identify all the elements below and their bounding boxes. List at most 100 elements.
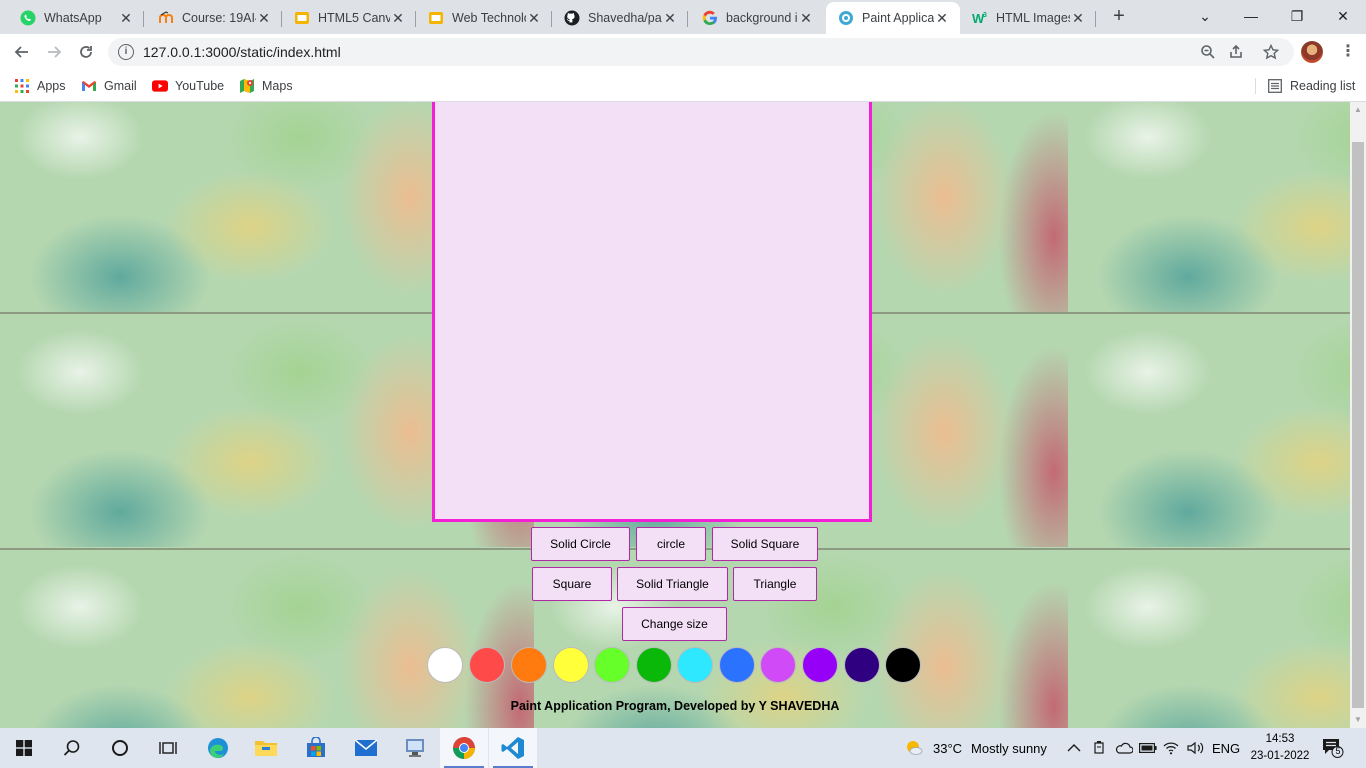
svg-text:3: 3 [983, 12, 987, 19]
cortana-icon[interactable] [96, 728, 144, 768]
remote-desktop-icon[interactable] [391, 728, 439, 768]
clock-date: 23-01-2022 [1250, 750, 1310, 762]
tab-close-icon[interactable]: ✕ [390, 10, 406, 26]
show-hidden-icons[interactable] [1067, 728, 1081, 768]
scroll-up-arrow-icon[interactable]: ▲ [1350, 102, 1366, 118]
zoom-icon[interactable] [1200, 44, 1216, 60]
tab-html-images[interactable]: W3 HTML Images ✕ [960, 4, 1096, 32]
color-swatch-yellow[interactable] [553, 647, 589, 683]
scroll-down-arrow-icon[interactable]: ▼ [1350, 712, 1366, 728]
chrome-icon[interactable] [440, 728, 488, 768]
solid-square-button[interactable]: Solid Square [712, 527, 818, 561]
tab-separator [1095, 11, 1096, 27]
tab-close-icon[interactable]: ✕ [798, 10, 814, 26]
notification-center[interactable]: 5 [1322, 738, 1344, 758]
tab-title: HTML5 Canva [318, 11, 390, 25]
tab-title: HTML Images [996, 11, 1070, 25]
new-tab-button[interactable]: + [1108, 6, 1130, 28]
solid-triangle-button[interactable]: Solid Triangle [617, 567, 728, 601]
weather-temp: 33°C [933, 740, 963, 756]
color-swatch-light-green[interactable] [594, 647, 630, 683]
weather-condition: Mostly sunny [971, 740, 1047, 756]
bookmark-apps[interactable]: Apps [14, 76, 66, 96]
tab-close-icon[interactable]: ✕ [526, 10, 542, 26]
back-button[interactable] [8, 38, 36, 66]
color-swatch-red[interactable] [469, 647, 505, 683]
profile-avatar[interactable] [1301, 41, 1323, 63]
circle-button[interactable]: circle [636, 527, 706, 561]
square-button[interactable]: Square [532, 567, 612, 601]
search-icon[interactable] [48, 728, 96, 768]
onedrive-icon[interactable] [1115, 728, 1133, 768]
color-swatch-blue[interactable] [719, 647, 755, 683]
tab-github[interactable]: Shavedha/pa ✕ [552, 4, 688, 32]
language-label: ENG [1212, 740, 1241, 756]
file-explorer-icon[interactable] [242, 728, 290, 768]
reload-button[interactable] [72, 38, 100, 66]
color-swatch-orange[interactable] [511, 647, 547, 683]
store-icon[interactable] [292, 728, 340, 768]
bookmark-gmail[interactable]: Gmail [81, 76, 137, 96]
tab-strip: WhatsApp ✕ Course: 19AI4 ✕ HTML5 Canva ✕… [0, 0, 1366, 34]
scroll-thumb[interactable] [1352, 142, 1364, 708]
language-indicator[interactable]: ENG [1212, 728, 1240, 768]
share-icon[interactable] [1228, 44, 1244, 60]
color-swatch-black[interactable] [885, 647, 921, 683]
back-arrow-icon [14, 46, 28, 58]
sun-icon [907, 741, 923, 755]
solid-circle-button[interactable]: Solid Circle [531, 527, 630, 561]
tab-close-icon[interactable]: ✕ [1070, 10, 1086, 26]
tab-close-icon[interactable]: ✕ [934, 10, 950, 26]
reload-icon [80, 46, 92, 58]
page-scrollbar[interactable]: ▲ ▼ [1350, 102, 1366, 728]
reading-list-button[interactable]: Reading list [1267, 76, 1355, 96]
address-bar[interactable]: i 127.0.0.1:3000/static/index.html [108, 38, 1294, 66]
tab-web-technology[interactable]: Web Technolo ✕ [416, 4, 552, 32]
tab-close-icon[interactable]: ✕ [662, 10, 678, 26]
mail-icon[interactable] [342, 728, 390, 768]
change-size-button[interactable]: Change size [622, 607, 727, 641]
paint-canvas[interactable] [432, 102, 872, 522]
close-window-button[interactable]: ✕ [1320, 0, 1366, 32]
tab-close-icon[interactable]: ✕ [118, 10, 134, 26]
color-swatch-purple[interactable] [802, 647, 838, 683]
tab-whatsapp[interactable]: WhatsApp ✕ [8, 4, 144, 32]
bookmark-youtube[interactable]: YouTube [152, 76, 224, 96]
wifi-icon[interactable] [1163, 728, 1179, 768]
battery-icon[interactable] [1139, 728, 1157, 768]
task-view-icon[interactable] [144, 728, 192, 768]
weather-widget[interactable]: 33°C Mostly sunny [904, 728, 1047, 768]
color-swatch-green[interactable] [636, 647, 672, 683]
triangle-button[interactable]: Triangle [733, 567, 817, 601]
color-swatch-white[interactable] [427, 647, 463, 683]
paint-app-icon [838, 10, 854, 26]
google-icon [702, 10, 718, 26]
maps-icon [239, 78, 255, 94]
bookmark-label: Apps [37, 79, 66, 93]
minimize-button[interactable]: — [1228, 0, 1274, 32]
edge-icon[interactable] [194, 728, 242, 768]
tab-google-search[interactable]: background i ✕ [690, 4, 824, 32]
apps-grid-icon [14, 78, 30, 94]
tab-close-icon[interactable]: ✕ [256, 10, 272, 26]
tab-paint-application[interactable]: Paint Applicat ✕ [826, 2, 960, 34]
tab-title: Course: 19AI4 [182, 11, 256, 25]
forward-button[interactable] [40, 38, 68, 66]
color-swatch-cyan[interactable] [677, 647, 713, 683]
color-swatch-pink[interactable] [760, 647, 796, 683]
bookmark-maps[interactable]: Maps [239, 76, 293, 96]
windows-start-icon[interactable] [0, 728, 48, 768]
tab-html5-canvas[interactable]: HTML5 Canva ✕ [282, 4, 416, 32]
system-clock[interactable]: 14:53 23-01-2022 [1250, 731, 1310, 765]
vscode-icon[interactable] [489, 728, 537, 768]
color-swatch-indigo[interactable] [844, 647, 880, 683]
site-info-icon[interactable]: i [118, 44, 134, 60]
forward-arrow-icon [48, 46, 62, 58]
volume-icon[interactable] [1187, 728, 1205, 768]
more-menu-icon[interactable]: ⋮ [1340, 40, 1356, 64]
usb-icon[interactable] [1091, 728, 1107, 768]
bookmark-star-icon[interactable] [1262, 43, 1280, 60]
restore-button[interactable]: ❐ [1274, 0, 1320, 32]
tab-course[interactable]: Course: 19AI4 ✕ [146, 4, 282, 32]
tab-search-button[interactable]: ⌄ [1182, 0, 1228, 32]
